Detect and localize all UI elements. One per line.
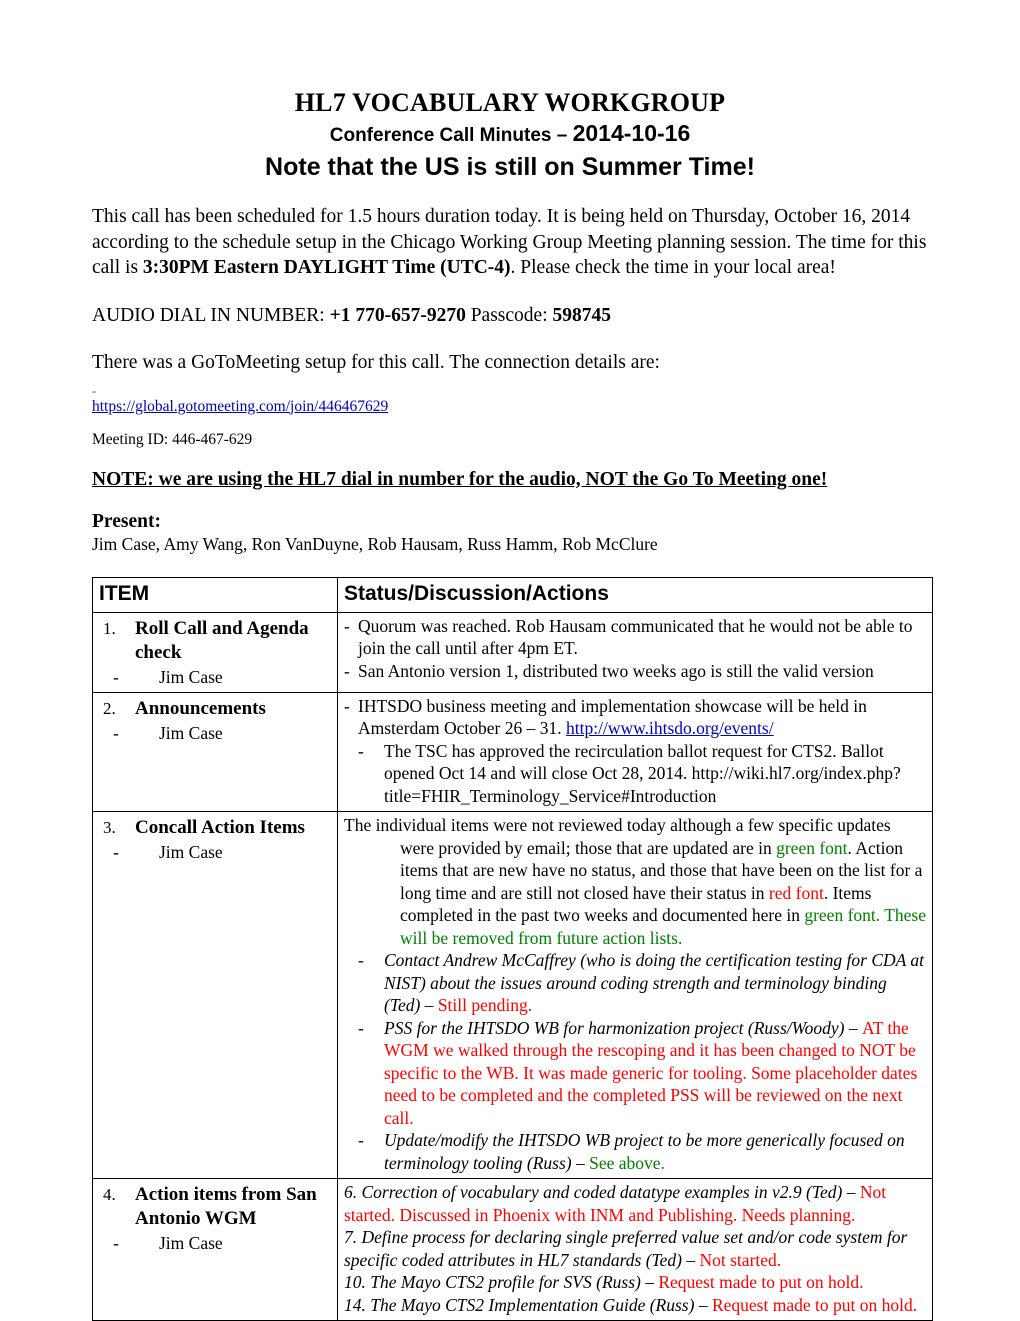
item-owner-1: - Jim Case <box>99 666 331 688</box>
owner-dash-4: - <box>113 1232 119 1254</box>
action-item-status: Still pending. <box>438 995 532 1015</box>
audio-dial-in-line: AUDIO DIAL IN NUMBER: +1 770-657-9270 Pa… <box>92 303 928 329</box>
item-cell-4: 4. Action items from San Antonio WGM - Jim… <box>93 1179 338 1321</box>
document-page: HL7 VOCABULARY WORKGROUP Conference Call… <box>0 0 1020 1320</box>
item-title-4: 4. Action items from San Antonio WGM <box>99 1183 331 1231</box>
stray-dash-mark: - <box>92 386 928 396</box>
table-row: 3. Concall Action Items - Jim Case The ind… <box>93 812 933 1179</box>
green-font-mention-1: green font <box>776 838 847 858</box>
item-cell-2: 2. Announcements - Jim Case <box>93 692 338 812</box>
owner-name-4: Jim Case <box>159 1233 223 1253</box>
item-title-1: 1. Roll Call and Agenda check <box>99 617 331 665</box>
meeting-id-line: Meeting ID: 446-467-629 <box>92 430 928 449</box>
wgm-action-item-10: 10. The Mayo CTS2 profile for SVS (Russ)… <box>344 1271 926 1294</box>
owner-dash-3: - <box>113 841 119 863</box>
ihtsdo-events-link[interactable]: http://www.ihtsdo.org/events/ <box>566 718 774 738</box>
intro-paragraph: This call has been scheduled for 1.5 hou… <box>92 204 928 281</box>
owner-name-3: Jim Case <box>159 842 223 862</box>
owner-dash-2: - <box>113 722 119 744</box>
action-item-3-3: -Update/modify the IHTSDO WB project to … <box>344 1129 926 1174</box>
gotomeeting-join-link[interactable]: https://global.gotomeeting.com/join/4464… <box>92 398 388 415</box>
item-title-text-3: Concall Action Items <box>135 817 305 838</box>
bullet-dash: - <box>358 1017 364 1040</box>
status-bullet-text: The TSC has approved the recirculation b… <box>384 741 901 806</box>
intro-time-bold: 3:30PM Eastern DAYLIGHT Time (UTC-4) <box>143 257 511 278</box>
action-item-3-2: -PSS for the IHTSDO WB for harmonization… <box>344 1017 926 1130</box>
dial-in-number: +1 770-657-9270 <box>330 305 466 326</box>
owner-name-2: Jim Case <box>159 723 223 743</box>
action-item-status: See above. <box>589 1153 665 1173</box>
status-bullet-text: San Antonio version 1, distributed two w… <box>358 661 874 681</box>
item-title-2: 2. Announcements <box>99 697 331 721</box>
status-bullet-1-2: -San Antonio version 1, distributed two … <box>344 660 926 683</box>
document-subtitle: Conference Call Minutes – 2014-10-16 <box>92 120 928 149</box>
column-header-status: Status/Discussion/Actions <box>338 577 933 612</box>
status-cell-2: -IHTSDO business meeting and implementat… <box>338 692 933 812</box>
status-bullet-1-1: -Quorum was reached. Rob Hausam communic… <box>344 615 926 660</box>
bullet-dash: - <box>358 1129 364 1152</box>
table-row: 2. Announcements - Jim Case -IHTSDO busine… <box>93 692 933 812</box>
action-item-description: PSS for the IHTSDO WB for harmonization … <box>384 1018 862 1038</box>
item-title-text-4: Action items from San Antonio WGM <box>135 1184 317 1229</box>
wgm-item-description: 14. The Mayo CTS2 Implementation Guide (… <box>344 1295 712 1315</box>
dial-in-label: AUDIO DIAL IN NUMBER: <box>92 305 330 326</box>
subtitle-date: 2014-10-16 <box>573 120 691 146</box>
status-cell-3: The individual items were not reviewed t… <box>338 812 933 1179</box>
wgm-item-status: Request made to put on hold. <box>658 1272 863 1292</box>
action-item-3-1: -Contact Andrew McCaffrey (who is doing … <box>344 949 926 1017</box>
present-label: Present: <box>92 510 928 533</box>
bullet-dash: - <box>344 695 350 718</box>
item-cell-1: 1. Roll Call and Agenda check - Jim Case <box>93 612 338 692</box>
wgm-item-description: 6. Correction of vocabulary and coded da… <box>344 1182 860 1202</box>
wgm-item-description: 10. The Mayo CTS2 profile for SVS (Russ)… <box>344 1272 658 1292</box>
column-header-item: ITEM <box>93 577 338 612</box>
gotomeeting-intro: There was a GoToMeeting setup for this c… <box>92 350 928 376</box>
item-title-3: 3. Concall Action Items <box>99 816 331 840</box>
status-bullet-2-2: -The TSC has approved the recirculation … <box>344 740 926 808</box>
table-row: 4. Action items from San Antonio WGM - Jim… <box>93 1179 933 1321</box>
bullet-dash: - <box>358 949 364 972</box>
bullet-dash: - <box>358 740 364 763</box>
wgm-item-status: Request made to put on hold. <box>712 1295 917 1315</box>
passcode-label: Passcode: <box>466 305 553 326</box>
item-number-3: 3. <box>103 816 116 840</box>
item-number-1: 1. <box>103 617 116 641</box>
dial-in-note: NOTE: we are using the HL7 dial in numbe… <box>92 467 928 492</box>
owner-name-1: Jim Case <box>159 667 223 687</box>
item-number-2: 2. <box>103 697 116 721</box>
table-row: 1. Roll Call and Agenda check - Jim Case -… <box>93 612 933 692</box>
red-font-mention-1: red font <box>769 883 824 903</box>
passcode-value: 598745 <box>552 305 611 326</box>
status-cell-1: -Quorum was reached. Rob Hausam communic… <box>338 612 933 692</box>
item-owner-4: - Jim Case <box>99 1232 331 1254</box>
wgm-action-item-14: 14. The Mayo CTS2 Implementation Guide (… <box>344 1294 926 1317</box>
table-header-row: ITEM Status/Discussion/Actions <box>93 577 933 612</box>
status-bullet-text: Quorum was reached. Rob Hausam communica… <box>358 616 913 659</box>
item-title-text-2: Announcements <box>135 698 266 719</box>
page-title: HL7 VOCABULARY WORKGROUP <box>92 88 928 118</box>
wgm-item-description: 7. Define process for declaring single p… <box>344 1227 907 1270</box>
status-paragraph-3: The individual items were not reviewed t… <box>344 814 926 949</box>
wgm-action-item-6: 6. Correction of vocabulary and coded da… <box>344 1181 926 1226</box>
wgm-action-item-7: 7. Define process for declaring single p… <box>344 1226 926 1271</box>
subtitle-prefix: Conference Call Minutes – <box>330 125 573 146</box>
item-number-4: 4. <box>103 1183 116 1207</box>
wgm-item-status: Not started. <box>700 1250 782 1270</box>
gotomeeting-url-line: https://global.gotomeeting.com/join/4464… <box>92 397 928 416</box>
status-cell-4: 6. Correction of vocabulary and coded da… <box>338 1179 933 1321</box>
bullet-dash: - <box>344 660 350 683</box>
present-names: Jim Case, Amy Wang, Ron VanDuyne, Rob Ha… <box>92 533 928 555</box>
bullet-dash: - <box>344 615 350 638</box>
item-owner-2: - Jim Case <box>99 722 331 744</box>
status-bullet-2-1: -IHTSDO business meeting and implementat… <box>344 695 926 740</box>
item-title-text-1: Roll Call and Agenda check <box>135 618 309 663</box>
owner-dash-1: - <box>113 666 119 688</box>
item-owner-3: - Jim Case <box>99 841 331 863</box>
item-cell-3: 3. Concall Action Items - Jim Case <box>93 812 338 1179</box>
minutes-table: ITEM Status/Discussion/Actions 1. Roll Ca… <box>92 577 933 1321</box>
intro-text-part2: . Please check the time in your local ar… <box>511 257 836 278</box>
summer-time-banner: Note that the US is still on Summer Time… <box>92 152 928 182</box>
